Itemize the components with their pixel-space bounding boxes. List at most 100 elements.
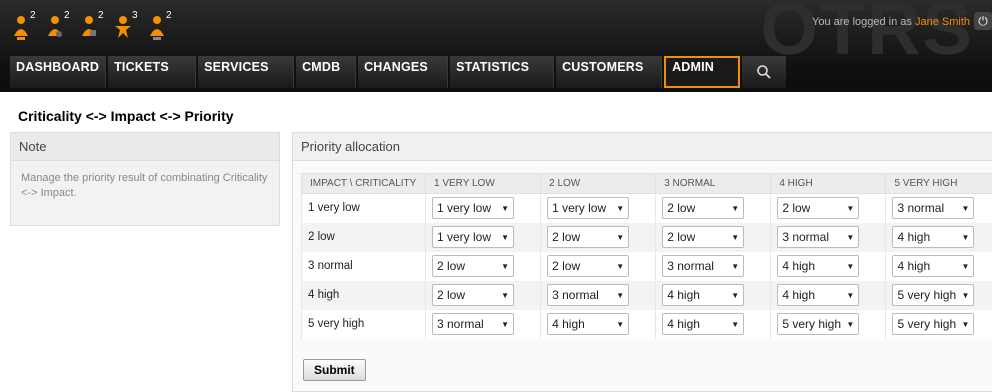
priority-select-value: 4 high — [552, 317, 585, 331]
chevron-down-icon: ▼ — [501, 233, 509, 242]
priority-cell: 1 very low ▼ — [426, 223, 541, 252]
toolbar-icons: 2 2 2 3 2 — [12, 10, 182, 44]
priority-select[interactable]: 2 low▼ — [547, 255, 629, 277]
priority-allocation-box: Priority allocation IMPACT \ CRITICALITY… — [292, 132, 992, 392]
priority-select-value: 2 low — [437, 259, 465, 273]
locked-tickets-icon[interactable]: 2 — [12, 10, 42, 44]
priority-select[interactable]: 3 normal▼ — [662, 255, 744, 277]
table-row: 2 low1 very low▼2 low▼2 low▼3 normal▼4 h… — [302, 223, 992, 252]
priority-select-value: 4 high — [897, 230, 930, 244]
column-header: 2 LOW — [541, 174, 656, 194]
priority-select-value: 3 normal — [437, 317, 484, 331]
note-text: Manage the priority result of combinatin… — [11, 161, 279, 211]
priority-select[interactable]: 4 high▼ — [662, 284, 744, 306]
impact-label: 1 very low — [302, 194, 426, 223]
user-name-link[interactable]: Jane Smith — [915, 16, 970, 28]
priority-select-value: 3 normal — [552, 288, 599, 302]
responsible-tickets-icon[interactable]: 2 — [80, 10, 110, 44]
priority-select[interactable]: 2 low ▼ — [662, 226, 744, 248]
column-header: IMPACT \ CRITICALITY — [302, 174, 426, 194]
priority-cell: 3 normal▼ — [656, 252, 771, 281]
priority-select-value: 5 very high — [782, 317, 841, 331]
priority-cell: 3 normal▼ — [541, 281, 656, 310]
priority-select-value: 5 very high — [897, 317, 956, 331]
priority-cell: 4 high▼ — [771, 252, 886, 281]
chevron-down-icon: ▼ — [616, 262, 624, 271]
watched-tickets-icon[interactable]: 2 — [46, 10, 76, 44]
priority-select[interactable]: 2 low▼ — [432, 284, 514, 306]
priority-select[interactable]: 4 high ▼ — [777, 284, 859, 306]
nav-customers[interactable]: CUSTOMERS — [556, 56, 662, 88]
priority-select-value: 1 very low — [437, 201, 491, 215]
nav-dashboard[interactable]: DASHBOARD — [10, 56, 106, 88]
priority-cell: 2 low▼ — [771, 194, 886, 223]
chevron-down-icon: ▼ — [846, 291, 854, 300]
priority-select[interactable]: 4 high▼ — [777, 255, 859, 277]
nav-admin[interactable]: ADMIN — [664, 56, 740, 88]
main-navigation: DASHBOARD TICKETS SERVICES CMDB CHANGES … — [10, 56, 786, 90]
priority-cell: 3 normal ▼ — [771, 223, 886, 252]
table-row: 4 high2 low▼3 normal▼4 high▼4 high▼5 ver… — [302, 281, 992, 310]
priority-select[interactable]: 3 normal ▼ — [777, 226, 859, 248]
priority-cell: 2 low ▼ — [426, 252, 541, 281]
priority-cell: 2 low▼ — [426, 281, 541, 310]
chevron-down-icon: ▼ — [501, 262, 509, 271]
priority-select[interactable]: 1 very low ▼ — [432, 226, 514, 248]
submit-button[interactable]: Submit — [303, 359, 366, 381]
priority-select[interactable]: 3 normal ▼ — [432, 313, 514, 335]
chevron-down-icon: ▼ — [501, 204, 509, 213]
priority-select[interactable]: 2 low ▼ — [432, 255, 514, 277]
search-icon[interactable] — [742, 56, 786, 88]
priority-select[interactable]: 2 low▼ — [662, 197, 744, 219]
priority-cell: 5 very high ▼ — [771, 310, 886, 339]
chevron-down-icon: ▼ — [962, 291, 970, 300]
priority-select-value: 4 high — [667, 317, 700, 331]
priority-select[interactable]: 3 normal▼ — [892, 197, 974, 219]
chevron-down-icon: ▼ — [501, 320, 509, 329]
nav-cmdb[interactable]: CMDB — [296, 56, 356, 88]
note-header: Note — [11, 133, 279, 161]
priority-select[interactable]: 4 high▼ — [892, 226, 974, 248]
priority-select[interactable]: 4 high▼ — [547, 313, 629, 335]
priority-select[interactable]: 5 very high ▼ — [777, 313, 859, 335]
priority-select[interactable]: 4 high▼ — [662, 313, 744, 335]
priority-select[interactable]: 4 high▼ — [892, 255, 974, 277]
priority-select[interactable]: 1 very low▼ — [547, 197, 629, 219]
escalated-tickets-icon[interactable]: 3 — [114, 10, 144, 44]
priority-select-value: 3 normal — [667, 259, 714, 273]
nav-changes[interactable]: CHANGES — [358, 56, 448, 88]
priority-cell: 4 high▼ — [886, 223, 992, 252]
priority-select-value: 4 high — [782, 288, 815, 302]
chevron-down-icon: ▼ — [846, 320, 854, 329]
nav-services[interactable]: SERVICES — [198, 56, 294, 88]
priority-select[interactable]: 2 low▼ — [547, 226, 629, 248]
priority-cell: 4 high▼ — [886, 252, 992, 281]
login-prefix: You are logged in as — [812, 16, 912, 28]
chevron-down-icon: ▼ — [846, 204, 854, 213]
note-box: Note Manage the priority result of combi… — [10, 132, 280, 226]
priority-allocation-header: Priority allocation — [293, 133, 992, 161]
priority-select-value: 3 normal — [782, 230, 829, 244]
priority-select[interactable]: 3 normal▼ — [547, 284, 629, 306]
priority-select[interactable]: 5 very high▼ — [892, 313, 974, 335]
new-tickets-icon[interactable]: 2 — [148, 10, 178, 44]
table-row: 3 normal2 low▼2 low▼3 normal▼4 high▼4 hi… — [302, 252, 992, 281]
priority-cell: 2 low▼ — [656, 194, 771, 223]
nav-statistics[interactable]: STATISTICS — [450, 56, 554, 88]
priority-select[interactable]: 1 very low ▼ — [432, 197, 514, 219]
chevron-down-icon: ▼ — [846, 233, 854, 242]
nav-tickets[interactable]: TICKETS — [108, 56, 196, 88]
power-icon[interactable]: ⏻ — [974, 12, 992, 30]
column-header: 3 NORMAL — [656, 174, 771, 194]
chevron-down-icon: ▼ — [846, 262, 854, 271]
priority-select-value: 1 very low — [437, 230, 491, 244]
priority-cell: 2 low ▼ — [656, 223, 771, 252]
otrs-logo: OTRS — [760, 0, 974, 71]
priority-cell: 4 high▼ — [541, 310, 656, 339]
priority-select-value: 2 low — [667, 230, 695, 244]
priority-matrix-table: IMPACT \ CRITICALITY 1 VERY LOW 2 LOW 3 … — [301, 173, 992, 339]
priority-select[interactable]: 5 very high▼ — [892, 284, 974, 306]
priority-select-value: 4 high — [897, 259, 930, 273]
chevron-down-icon: ▼ — [731, 233, 739, 242]
priority-select[interactable]: 2 low▼ — [777, 197, 859, 219]
